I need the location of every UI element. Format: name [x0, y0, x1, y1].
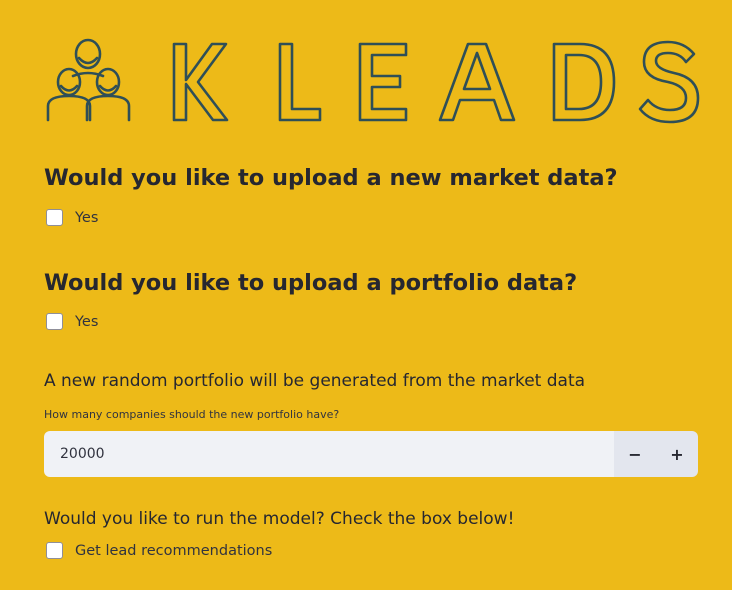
checkbox-label: Get lead recommendations: [75, 542, 273, 559]
checkbox-box[interactable]: [46, 209, 63, 226]
company-count-number-input: − +: [44, 431, 698, 477]
random-portfolio-heading: A new random portfolio will be generated…: [44, 371, 586, 391]
checkbox-box[interactable]: [46, 313, 63, 330]
market-data-checkbox[interactable]: Yes: [46, 209, 98, 226]
company-count-label: How many companies should the new portfo…: [44, 408, 340, 421]
kleads-logo-image: [46, 38, 700, 124]
portfolio-data-question: Would you like to upload a portfolio dat…: [44, 270, 578, 296]
kleads-logo: [44, 36, 704, 126]
checkbox-box[interactable]: [46, 542, 63, 559]
checkbox-label: Yes: [75, 313, 99, 330]
checkbox-label: Yes: [75, 209, 99, 226]
lead-recommendations-checkbox[interactable]: Get lead recommendations: [46, 542, 272, 559]
decrement-button[interactable]: −: [614, 431, 656, 477]
market-data-question: Would you like to upload a new market da…: [44, 165, 618, 191]
team-icon: [46, 38, 131, 122]
portfolio-data-checkbox[interactable]: Yes: [46, 313, 98, 330]
company-count-input[interactable]: [44, 431, 614, 477]
increment-button[interactable]: +: [656, 431, 698, 477]
run-model-heading: Would you like to run the model? Check t…: [44, 509, 515, 529]
